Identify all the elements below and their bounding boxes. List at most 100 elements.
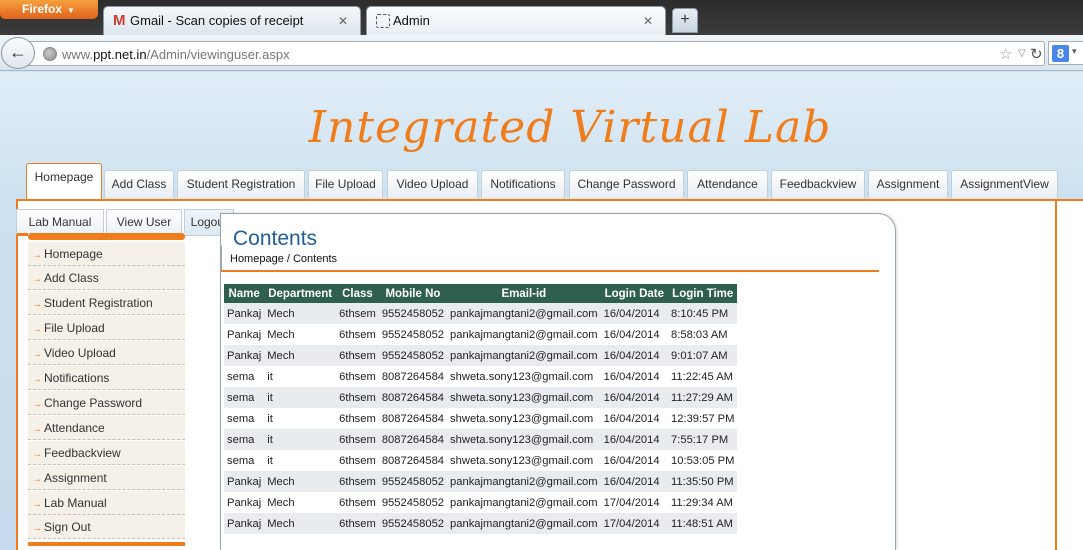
tab-assignment[interactable]: Assignment <box>868 170 948 198</box>
close-tab-icon[interactable]: ✕ <box>643 14 653 28</box>
table-cell: 7:55:17 PM <box>668 429 738 450</box>
table-cell: 9552458052 <box>378 471 448 492</box>
table-cell: 9552458052 <box>378 324 448 345</box>
table-cell: 11:27:29 AM <box>668 387 738 408</box>
sidebar-bottom-bar <box>28 542 185 546</box>
sidebar-item-feedbackview[interactable]: → Feedbackview <box>28 441 185 465</box>
table-cell: 6thsem <box>336 324 379 345</box>
new-tab-button[interactable]: + <box>672 8 698 33</box>
table-cell: sema <box>224 387 265 408</box>
sidebar-item-label: Notifications <box>44 371 110 385</box>
tab-change-password[interactable]: Change Password <box>569 170 684 198</box>
gmail-icon: M <box>113 12 126 29</box>
arrow-right-icon: → <box>32 499 42 510</box>
chevron-down-icon[interactable]: ▾ <box>1072 46 1077 57</box>
sidebar-item-notifications[interactable]: → Notifications <box>28 366 185 390</box>
history-dropdown-icon[interactable]: ▽ <box>1018 48 1026 59</box>
arrow-right-icon: → <box>32 424 42 435</box>
sidebar-item-change-password[interactable]: → Change Password <box>28 391 185 415</box>
tab-file-upload[interactable]: File Upload <box>308 170 383 198</box>
browser-tab-gmail[interactable]: M Gmail - Scan copies of receipt ✕ <box>103 6 361 35</box>
column-header: Email-id <box>447 284 601 303</box>
breadcrumb: Homepage / Contents <box>230 253 338 265</box>
table-cell: 6thsem <box>336 471 379 492</box>
sidebar-item-student-registration[interactable]: → Student Registration <box>28 291 185 315</box>
table-cell: Pankaj <box>224 492 265 513</box>
tab-add-class[interactable]: Add Class <box>104 170 174 198</box>
url-text[interactable]: www.ppt.net.in/Admin/viewinguser.aspx <box>62 47 290 62</box>
table-row: sema it 6thsem 8087264584 shweta.sony123@gma… <box>224 450 738 471</box>
tab-notifications[interactable]: Notifications <box>481 170 565 198</box>
content-divider <box>221 270 879 272</box>
arrow-right-icon: → <box>32 449 42 460</box>
arrow-right-icon: → <box>32 523 42 534</box>
tab-student-registration[interactable]: Student Registration <box>177 170 305 198</box>
sidebar-item-homepage[interactable]: → Homepage <box>28 242 185 266</box>
table-cell: Pankaj <box>224 324 265 345</box>
arrow-right-icon: → <box>32 274 42 285</box>
table-cell: sema <box>224 366 265 387</box>
table-cell: pankajmangtani2@gmail.com <box>447 324 601 345</box>
table-row: Pankaj Mech 6thsem 9552458052 pankajmangtani… <box>224 471 738 492</box>
table-cell: 6thsem <box>336 450 379 471</box>
sidebar-item-video-upload[interactable]: → Video Upload <box>28 341 185 365</box>
tab-video-upload[interactable]: Video Upload <box>387 170 478 198</box>
table-row: sema it 6thsem 8087264584 shweta.sony123@gma… <box>224 366 738 387</box>
arrow-right-icon: → <box>32 399 42 410</box>
sidebar-item-label: Attendance <box>44 421 105 435</box>
search-box[interactable]: 8 ▾ <box>1048 41 1083 65</box>
tab-feedbackview[interactable]: Feedbackview <box>771 170 865 198</box>
sidebar-item-assignment[interactable]: → Assignment <box>28 466 185 490</box>
firefox-menu-button[interactable]: Firefox ▼ <box>0 0 98 19</box>
table-cell: it <box>264 429 337 450</box>
tab-attendance[interactable]: Attendance <box>687 170 768 198</box>
close-tab-icon[interactable]: ✕ <box>338 14 348 28</box>
sidebar-item-lab-manual[interactable]: → Lab Manual <box>28 491 185 515</box>
submenu-view-user[interactable]: View User <box>106 209 182 236</box>
submenu-lab-manual[interactable]: Lab Manual <box>16 209 104 236</box>
sidebar-item-add-class[interactable]: → Add Class <box>28 266 185 290</box>
browser-tab-bar: Firefox ▼ M Gmail - Scan copies of receip… <box>0 0 1083 35</box>
table-row: sema it 6thsem 8087264584 shweta.sony123@gma… <box>224 408 738 429</box>
sidebar-item-label: Sign Out <box>44 520 91 534</box>
table-cell: it <box>264 450 337 471</box>
browser-tab-admin[interactable]: Admin ✕ <box>366 6 666 35</box>
bookmark-star-icon[interactable]: ☆ <box>999 45 1012 63</box>
chevron-down-icon: ▼ <box>67 6 75 15</box>
sidebar-item-label: Homepage <box>44 247 103 261</box>
sidebar-item-label: Assignment <box>44 471 107 485</box>
table-cell: Mech <box>264 303 337 324</box>
table-cell: 16/04/2014 <box>600 303 669 324</box>
table-cell: it <box>264 387 337 408</box>
sidebar-item-file-upload[interactable]: → File Upload <box>28 316 185 340</box>
tab-assignment-view[interactable]: AssignmentView <box>951 170 1058 198</box>
table-cell: shweta.sony123@gmail.com <box>447 408 601 429</box>
table-row: Pankaj Mech 6thsem 9552458052 pankajmangtani… <box>224 345 738 366</box>
table-cell: sema <box>224 429 265 450</box>
back-arrow-icon: ← <box>9 42 27 62</box>
table-cell: 8087264584 <box>378 450 448 471</box>
table-cell: 9552458052 <box>378 492 448 513</box>
page-icon <box>376 14 390 28</box>
table-row: Pankaj Mech 6thsem 9552458052 pankajmangtani… <box>224 324 738 345</box>
sidebar-item-attendance[interactable]: → Attendance <box>28 416 185 440</box>
arrow-right-icon: → <box>32 374 42 385</box>
table-cell: 9:01:07 AM <box>668 345 738 366</box>
sidebar-item-label: Lab Manual <box>44 496 107 510</box>
table-cell: 6thsem <box>336 429 379 450</box>
table-cell: Mech <box>264 345 337 366</box>
arrow-right-icon: → <box>32 324 42 335</box>
sidebar-item-sign-out[interactable]: → Sign Out <box>28 515 185 539</box>
table-cell: 6thsem <box>336 366 379 387</box>
table-cell: Mech <box>264 471 337 492</box>
reload-icon[interactable]: ↻ <box>1030 45 1043 63</box>
tab-homepage[interactable]: Homepage <box>26 163 102 199</box>
back-button[interactable]: ← <box>1 37 35 69</box>
table-header-row: Name Department Class Mobile No Email-id… <box>224 284 738 303</box>
url-bar[interactable]: www.ppt.net.in/Admin/viewinguser.aspx ☆ … <box>28 41 1045 66</box>
table-cell: 8:10:45 PM <box>668 303 738 324</box>
table-cell: 6thsem <box>336 387 379 408</box>
browser-tab-title: Gmail - Scan copies of receipt <box>130 13 304 28</box>
firefox-menu-label: Firefox <box>22 2 63 16</box>
table-cell: 17/04/2014 <box>600 513 669 534</box>
